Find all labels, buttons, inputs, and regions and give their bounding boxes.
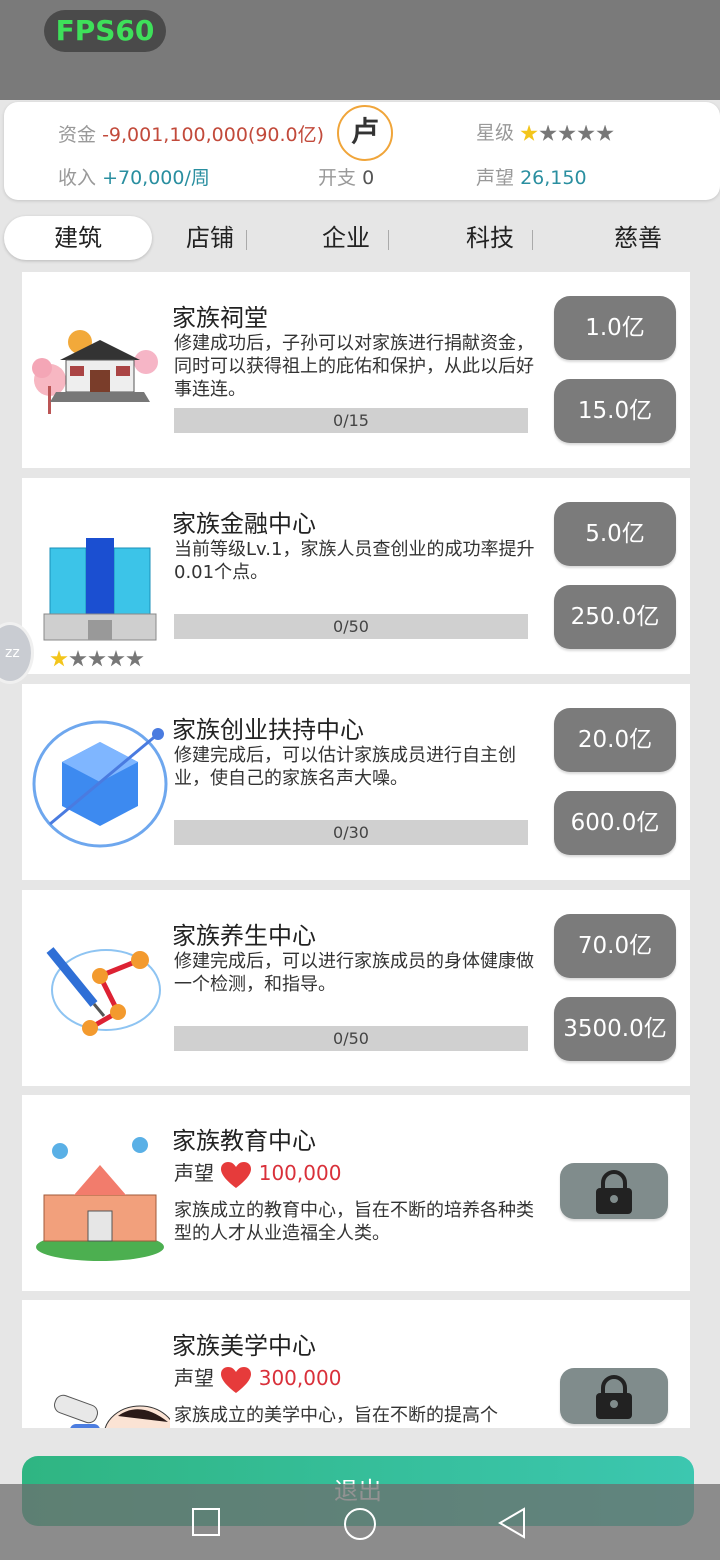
- fame-stat: 声望 26,150: [476, 163, 587, 190]
- building-title: 家族教育中心: [172, 1127, 316, 1155]
- building-card: 家族创业扶持中心 修建完成后，可以估计家族成员进行自主创业，使自己的家族名声大噪…: [22, 684, 690, 880]
- fame-label: 声望: [476, 167, 515, 189]
- finance-building-icon: [43, 538, 157, 641]
- expense-label: 开支: [318, 167, 357, 189]
- floating-ball-label: zz: [5, 645, 20, 661]
- building-card: 家族祠堂 修建成功后，子孙可以对家族进行捐献资金，同时可以获得祖上的庇佑和保护，…: [22, 272, 690, 468]
- expense-value: 0: [362, 167, 375, 189]
- star-icon: [539, 124, 557, 141]
- star-icon: [107, 650, 125, 667]
- status-bar: FPS60: [0, 0, 720, 100]
- building-description: 当前等级Lv.1，家族人员查创业的成功率提升0.01个点。: [174, 539, 535, 583]
- building-list[interactable]: 家族祠堂 修建成功后，子孙可以对家族进行捐献资金，同时可以获得祖上的庇佑和保护，…: [0, 270, 720, 1428]
- requirement-value: 100,000: [258, 1161, 342, 1185]
- unlock-requirement: 声望 100,000: [174, 1157, 341, 1189]
- circle-icon[interactable]: [342, 1506, 378, 1542]
- heart-icon: [221, 1161, 252, 1188]
- square-icon[interactable]: [190, 1506, 222, 1538]
- tab-shops[interactable]: 店铺: [164, 216, 256, 260]
- avatar[interactable]: 卢: [337, 105, 393, 161]
- tab-divider: [532, 230, 533, 250]
- star-icon: [50, 650, 68, 667]
- requirement-label: 声望: [174, 1366, 214, 1390]
- star-rating-stat: 星级: [476, 118, 614, 145]
- star-icon: [126, 650, 144, 667]
- building-title: 家族祠堂: [172, 304, 268, 332]
- star-icon: [69, 650, 87, 667]
- building-card: 家族金融中心 当前等级Lv.1，家族人员查创业的成功率提升0.01个点。 0/5…: [22, 478, 690, 674]
- upgrade-button[interactable]: 70.0亿: [554, 914, 676, 978]
- star-icon: [520, 124, 538, 141]
- lock-icon: [596, 1170, 632, 1214]
- cube-orbit-icon: [32, 720, 168, 848]
- locked-button[interactable]: [560, 1163, 668, 1219]
- category-tabs: 建筑 店铺 企业 科技 慈善: [0, 216, 720, 262]
- building-description: 修建完成后，可以进行家族成员的身体健康做一个检测，和指导。: [174, 951, 534, 995]
- build-progress: 0/30: [174, 820, 528, 845]
- build-progress: 0/50: [174, 1026, 528, 1051]
- building-description: 家族成立的教育中心，旨在不断的培养各种类型的人才从业造福全人类。: [174, 1200, 534, 1244]
- tab-technology[interactable]: 科技: [444, 216, 536, 260]
- fps-counter: FPS60: [44, 10, 166, 52]
- fame-value: 26,150: [520, 167, 587, 189]
- requirement-value: 300,000: [258, 1366, 342, 1390]
- star-rating: [520, 124, 614, 143]
- max-upgrade-button[interactable]: 250.0亿: [554, 585, 676, 649]
- building-title: 家族美学中心: [172, 1332, 316, 1360]
- building-title: 家族金融中心: [172, 510, 316, 538]
- funds-label: 资金: [58, 124, 97, 146]
- max-upgrade-button[interactable]: 15.0亿: [554, 379, 676, 443]
- build-progress: 0/50: [174, 614, 528, 639]
- tab-divider: [246, 230, 247, 250]
- funds-value: -9,001,100,000(90.0亿): [102, 124, 325, 146]
- max-upgrade-button[interactable]: 3500.0亿: [554, 997, 676, 1061]
- ancestral-hall-icon: [32, 330, 158, 414]
- school-building-icon: [36, 1137, 164, 1261]
- navigation-bar: [0, 1484, 720, 1560]
- tab-buildings[interactable]: 建筑: [4, 216, 152, 260]
- building-description: 修建成功后，子孙可以对家族进行捐献资金，同时可以获得祖上的庇佑和保护，从此以后好…: [174, 333, 534, 400]
- building-star-rating: [50, 650, 144, 668]
- heart-icon: [221, 1366, 252, 1393]
- income-value: +70,000/周: [102, 167, 210, 189]
- max-upgrade-button[interactable]: 600.0亿: [554, 791, 676, 855]
- build-progress: 0/15: [174, 408, 528, 433]
- lock-icon: [596, 1375, 632, 1419]
- upgrade-button[interactable]: 20.0亿: [554, 708, 676, 772]
- requirement-label: 声望: [174, 1161, 214, 1185]
- building-title: 家族养生中心: [172, 922, 316, 950]
- building-title: 家族创业扶持中心: [172, 716, 364, 744]
- triangle-back-icon[interactable]: [496, 1506, 528, 1540]
- syringe-molecule-icon: [46, 947, 161, 1036]
- star-icon: [577, 124, 595, 141]
- expense-stat: 开支 0: [318, 163, 374, 190]
- building-description: 修建完成后，可以估计家族成员进行自主创业，使自己的家族名声大噪。: [174, 745, 516, 789]
- tab-enterprise[interactable]: 企业: [300, 216, 392, 260]
- tab-divider: [388, 230, 389, 250]
- star-icon: [88, 650, 106, 667]
- tab-charity[interactable]: 慈善: [592, 216, 684, 260]
- locked-building-card: 家族教育中心 声望 100,000 家族成立的教育中心，旨在不断的培养各种类型的…: [22, 1095, 690, 1291]
- funds-stat: 资金 -9,001,100,000(90.0亿): [58, 120, 324, 147]
- upgrade-button[interactable]: 5.0亿: [554, 502, 676, 566]
- stats-panel: 资金 -9,001,100,000(90.0亿) 卢 星级 收入 +70,000…: [4, 102, 720, 200]
- building-description: 家族成立的美学中心，旨在不断的提高个: [174, 1405, 498, 1426]
- locked-button[interactable]: [560, 1368, 668, 1424]
- beauty-treatment-icon: [54, 1394, 170, 1428]
- star-label: 星级: [476, 122, 515, 144]
- locked-building-card: 家族美学中心 声望 300,000 家族成立的美学中心，旨在不断的提高个: [22, 1300, 690, 1428]
- income-stat: 收入 +70,000/周: [58, 163, 210, 190]
- upgrade-button[interactable]: 1.0亿: [554, 296, 676, 360]
- building-card: 家族养生中心 修建完成后，可以进行家族成员的身体健康做一个检测，和指导。 0/5…: [22, 890, 690, 1086]
- star-icon: [558, 124, 576, 141]
- unlock-requirement: 声望 300,000: [174, 1362, 341, 1394]
- income-label: 收入: [58, 167, 97, 189]
- star-icon: [596, 124, 614, 141]
